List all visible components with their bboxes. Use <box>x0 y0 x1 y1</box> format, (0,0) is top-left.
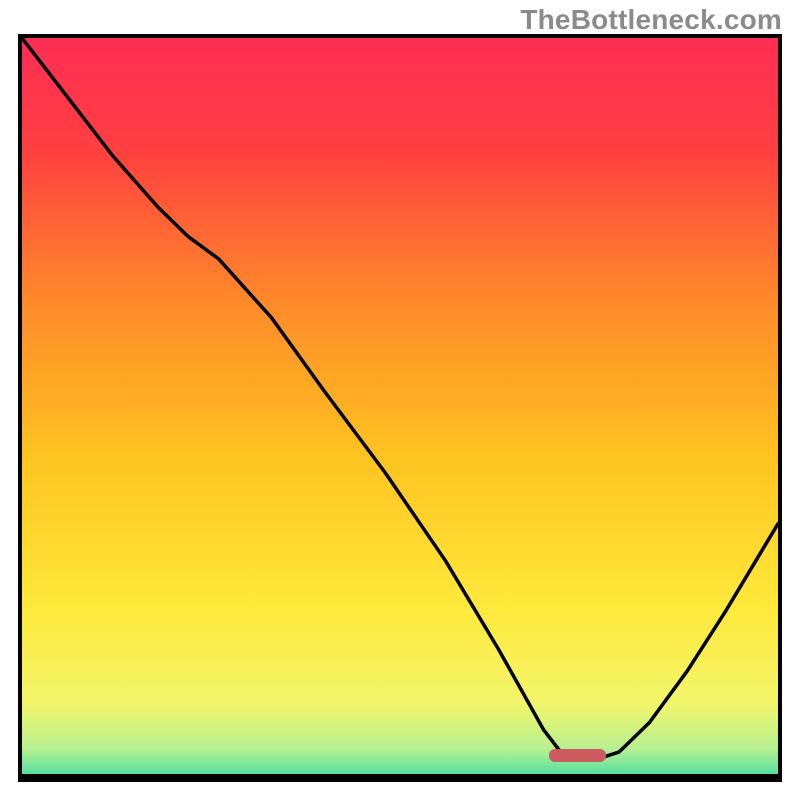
chart-frame: TheBottleneck.com <box>0 0 800 800</box>
optimal-marker <box>549 749 606 762</box>
plot-area <box>18 34 782 782</box>
watermark-text: TheBottleneck.com <box>520 4 782 36</box>
bottleneck-curve <box>22 38 778 774</box>
